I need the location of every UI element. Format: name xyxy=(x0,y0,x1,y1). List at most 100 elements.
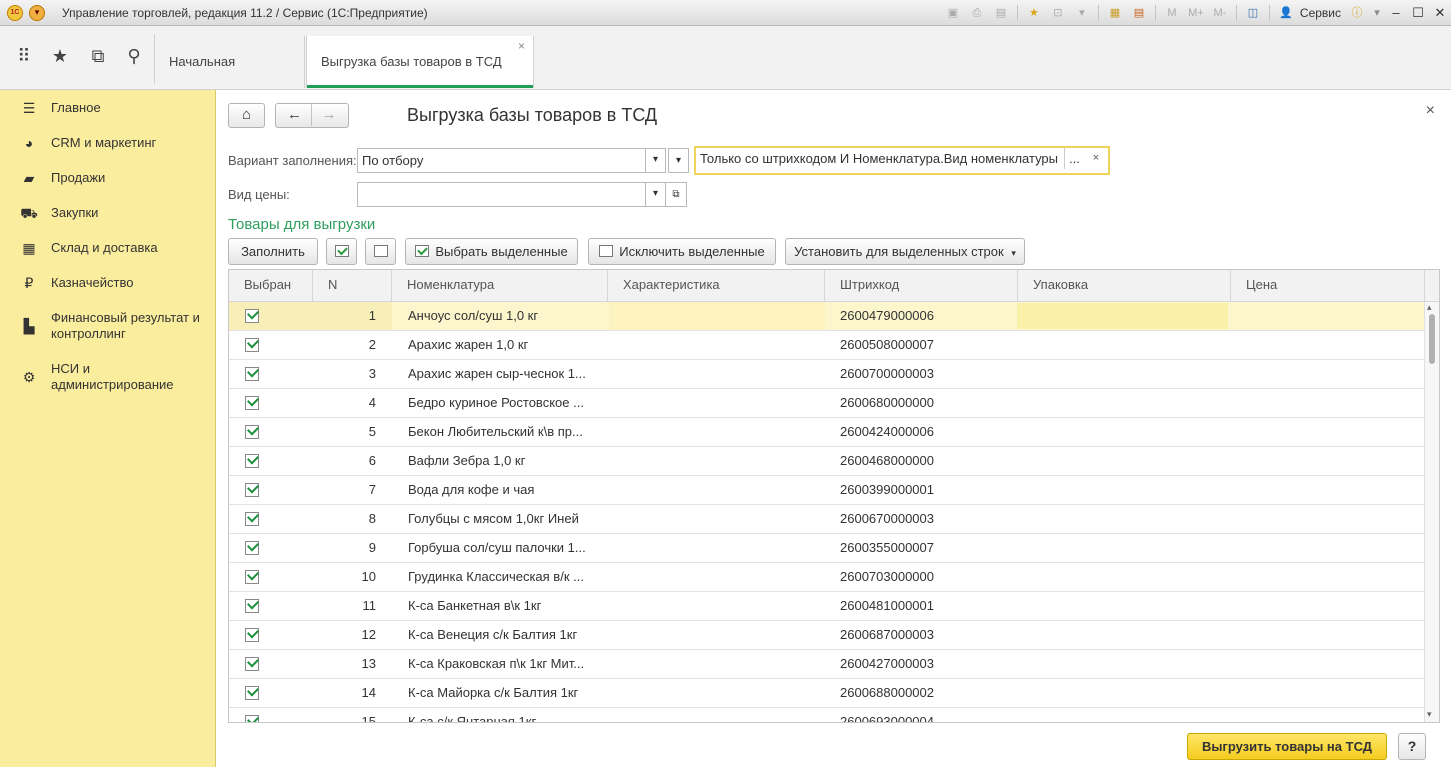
favorites-add-icon[interactable]: ★ xyxy=(1025,5,1043,21)
panels-icon[interactable]: ◫ xyxy=(1244,5,1262,21)
checkbox[interactable] xyxy=(245,425,259,439)
package-cell[interactable] xyxy=(1019,534,1230,562)
memory-plus-button[interactable]: M+ xyxy=(1187,5,1205,21)
package-cell[interactable] xyxy=(1019,360,1230,388)
price-cell[interactable] xyxy=(1232,418,1425,446)
memory-minus-button[interactable]: M- xyxy=(1211,5,1229,21)
checkbox[interactable] xyxy=(245,686,259,700)
checkbox[interactable] xyxy=(245,541,259,555)
package-cell[interactable] xyxy=(1019,650,1230,678)
selected-cell[interactable] xyxy=(229,360,313,388)
price-cell[interactable] xyxy=(1232,331,1425,359)
table-row[interactable]: 1 Анчоус сол/суш 1,0 кг 2600479000006 xyxy=(229,302,1425,331)
barcode-cell[interactable]: 2600680000000 xyxy=(840,389,1010,417)
col-package[interactable]: Упаковка xyxy=(1018,270,1231,302)
calculator-icon[interactable]: ▦ xyxy=(1106,5,1124,21)
goods-table[interactable]: Выбран N Номенклатура Характеристика Штр… xyxy=(228,269,1440,723)
selected-cell[interactable] xyxy=(229,389,313,417)
forward-arrow-icon[interactable]: → xyxy=(312,104,346,126)
characteristic-cell[interactable] xyxy=(609,447,825,475)
characteristic-cell[interactable] xyxy=(609,360,825,388)
selected-cell[interactable] xyxy=(229,534,313,562)
nomenclature-cell[interactable]: К-са Банкетная в\к 1кг xyxy=(408,592,603,620)
col-nomenclature[interactable]: Номенклатура xyxy=(392,270,608,302)
col-characteristic[interactable]: Характеристика xyxy=(608,270,825,302)
price-cell[interactable] xyxy=(1232,679,1425,707)
barcode-cell[interactable]: 2600687000003 xyxy=(840,621,1010,649)
checkbox[interactable] xyxy=(245,657,259,671)
checkbox[interactable] xyxy=(245,367,259,381)
barcode-cell[interactable]: 2600479000006 xyxy=(840,302,1010,330)
barcode-cell[interactable]: 2600427000003 xyxy=(840,650,1010,678)
upload-to-tsd-button[interactable]: Выгрузить товары на ТСД xyxy=(1187,733,1387,760)
package-cell[interactable] xyxy=(1019,505,1230,533)
checkbox[interactable] xyxy=(245,512,259,526)
history-icon[interactable]: ▾ xyxy=(1073,5,1091,21)
table-row[interactable]: 12 К-са Венеция с/к Балтия 1кг 26006870000… xyxy=(229,621,1425,650)
table-row[interactable]: 11 К-са Банкетная в\к 1кг 2600481000001 xyxy=(229,592,1425,621)
price-cell[interactable] xyxy=(1232,476,1425,504)
exclude-marked-button[interactable]: Исключить выделенные xyxy=(588,238,776,265)
table-row[interactable]: 13 К-са Краковская п\к 1кг Мит... 26004270… xyxy=(229,650,1425,679)
characteristic-cell[interactable] xyxy=(609,592,825,620)
barcode-cell[interactable]: 2600355000007 xyxy=(840,534,1010,562)
table-row[interactable]: 4 Бедро куриное Ростовское ... 26006800000… xyxy=(229,389,1425,418)
table-row[interactable]: 5 Бекон Любительский к\в пр... 26004240000… xyxy=(229,418,1425,447)
nomenclature-cell[interactable]: Горбуша сол/суш палочки 1... xyxy=(408,534,603,562)
help-button[interactable]: ? xyxy=(1398,733,1426,760)
selected-cell[interactable] xyxy=(229,447,313,475)
table-row[interactable]: 3 Арахис жарен сыр-чеснок 1... 26007000000… xyxy=(229,360,1425,389)
price-cell[interactable] xyxy=(1232,505,1425,533)
favorites-icon[interactable]: ★ xyxy=(48,44,72,68)
scroll-down-icon[interactable]: ▾ xyxy=(1427,709,1432,720)
selected-cell[interactable] xyxy=(229,708,313,722)
package-cell[interactable] xyxy=(1019,389,1230,417)
col-barcode[interactable]: Штрихкод xyxy=(825,270,1018,302)
nomenclature-cell[interactable]: Бекон Любительский к\в пр... xyxy=(408,418,603,446)
price-cell[interactable] xyxy=(1232,563,1425,591)
filter-clear-icon[interactable]: × xyxy=(1088,148,1104,169)
characteristic-cell[interactable] xyxy=(609,302,825,330)
price-cell[interactable] xyxy=(1232,621,1425,649)
form-close-icon[interactable]: × xyxy=(1426,102,1435,120)
barcode-cell[interactable]: 2600468000000 xyxy=(840,447,1010,475)
checkbox[interactable] xyxy=(245,483,259,497)
search-icon[interactable]: ⚲ xyxy=(122,44,146,68)
barcode-cell[interactable]: 2600399000001 xyxy=(840,476,1010,504)
characteristic-cell[interactable] xyxy=(609,389,825,417)
select-marked-button[interactable]: Выбрать выделенные xyxy=(405,238,578,265)
col-selected[interactable]: Выбран xyxy=(229,270,313,302)
package-cell[interactable] xyxy=(1019,563,1230,591)
memory-button[interactable]: M xyxy=(1163,5,1181,21)
fill-variant-select[interactable]: По отбору ▾ xyxy=(357,148,666,173)
nomenclature-cell[interactable]: К-са Краковская п\к 1кг Мит... xyxy=(408,650,603,678)
main-menu-icon[interactable]: ▾ xyxy=(29,5,45,21)
print-icon[interactable]: ⎙ xyxy=(968,5,986,21)
price-type-select[interactable]: ▾ xyxy=(357,182,666,207)
characteristic-cell[interactable] xyxy=(609,679,825,707)
package-cell[interactable] xyxy=(1019,447,1230,475)
characteristic-cell[interactable] xyxy=(609,650,825,678)
nomenclature-cell[interactable]: Грудинка Классическая в/к ... xyxy=(408,563,603,591)
package-cell[interactable] xyxy=(1019,679,1230,707)
characteristic-cell[interactable] xyxy=(609,418,825,446)
col-n[interactable]: N xyxy=(313,270,392,302)
link-icon[interactable]: ⊡ xyxy=(1049,5,1067,21)
barcode-cell[interactable]: 2600688000002 xyxy=(840,679,1010,707)
characteristic-cell[interactable] xyxy=(609,476,825,504)
selected-cell[interactable] xyxy=(229,302,313,330)
table-row[interactable]: 8 Голубцы с мясом 1,0кг Иней 2600670000003 xyxy=(229,505,1425,534)
table-row[interactable]: 9 Горбуша сол/суш палочки 1... 26003550000… xyxy=(229,534,1425,563)
tab-close-icon[interactable]: × xyxy=(518,20,525,72)
chevron-down-icon[interactable]: ▾ xyxy=(645,148,666,173)
checkbox[interactable] xyxy=(245,570,259,584)
selected-cell[interactable] xyxy=(229,418,313,446)
filter-select-button[interactable]: ... xyxy=(1064,148,1084,169)
nomenclature-cell[interactable]: Арахис жарен сыр-чеснок 1... xyxy=(408,360,603,388)
barcode-cell[interactable]: 2600693000004 xyxy=(840,708,1010,722)
nomenclature-cell[interactable]: Вафли Зебра 1,0 кг xyxy=(408,447,603,475)
filter-toggle[interactable]: ▾ xyxy=(668,148,689,173)
nomenclature-cell[interactable]: Вода для кофе и чая xyxy=(408,476,603,504)
chevron-down-icon[interactable]: ▾ xyxy=(645,182,666,207)
table-row[interactable]: 2 Арахис жарен 1,0 кг 2600508000007 xyxy=(229,331,1425,360)
